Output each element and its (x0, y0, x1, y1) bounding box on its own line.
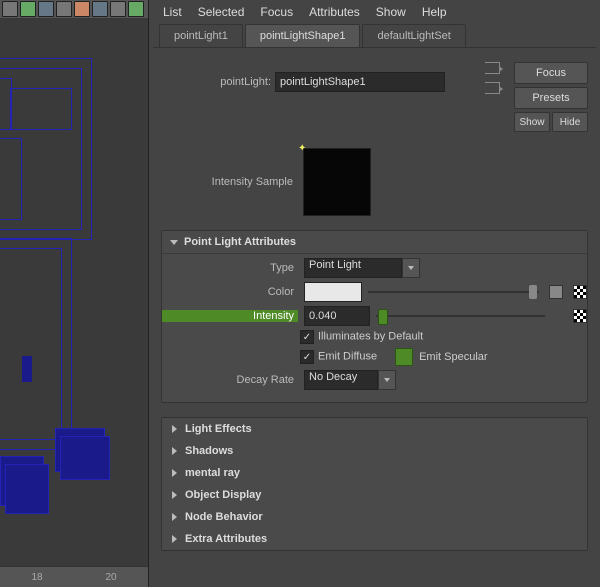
intensity-sample-label: Intensity Sample (161, 176, 297, 188)
section-title: Point Light Attributes (184, 236, 296, 248)
menu-list[interactable]: List (163, 5, 182, 19)
ruler-tick: 20 (105, 572, 116, 583)
menu-selected[interactable]: Selected (198, 5, 245, 19)
type-label: Type (162, 262, 298, 274)
tab-pointlight1[interactable]: pointLight1 (159, 24, 243, 47)
color-swatch[interactable] (304, 282, 362, 302)
tool-icon[interactable] (20, 1, 36, 17)
emit-diffuse-checkbox[interactable]: ✓Emit Diffuse (300, 350, 377, 364)
menu-show[interactable]: Show (376, 5, 406, 19)
section-extra-attributes[interactable]: Extra Attributes (162, 528, 587, 550)
show-button[interactable]: Show (514, 112, 550, 132)
decay-rate-dropdown[interactable]: No Decay (304, 370, 396, 390)
illuminates-checkbox[interactable]: ✓Illuminates by Default (300, 330, 423, 344)
hide-button[interactable]: Hide (552, 112, 588, 132)
viewport[interactable]: 18 20 (0, 0, 149, 587)
attribute-editor: List Selected Focus Attributes Show Help… (149, 0, 600, 587)
tab-pointlightshape1[interactable]: pointLightShape1 (245, 24, 361, 47)
node-name-label: pointLight: (161, 76, 275, 88)
type-value: Point Light (304, 258, 402, 278)
tool-icon[interactable] (2, 1, 18, 17)
menu-help[interactable]: Help (422, 5, 447, 19)
collapse-icon (170, 240, 178, 245)
tab-defaultlightset[interactable]: defaultLightSet (362, 24, 465, 47)
section-object-display[interactable]: Object Display (162, 484, 587, 506)
tool-icon[interactable] (128, 1, 144, 17)
presets-button[interactable]: Presets (514, 87, 588, 109)
tool-icon[interactable] (92, 1, 108, 17)
menu-focus[interactable]: Focus (260, 5, 293, 19)
menu-attributes[interactable]: Attributes (309, 5, 360, 19)
decay-rate-value: No Decay (304, 370, 378, 390)
decay-rate-label: Decay Rate (162, 374, 298, 386)
section-node-behavior[interactable]: Node Behavior (162, 506, 587, 528)
color-label: Color (162, 286, 298, 298)
menubar: List Selected Focus Attributes Show Help (153, 0, 596, 24)
tool-icon[interactable] (110, 1, 126, 17)
section-light-effects[interactable]: Light Effects (162, 418, 587, 440)
focus-button[interactable]: Focus (514, 62, 588, 84)
tool-icon[interactable] (38, 1, 54, 17)
map-icon[interactable] (549, 285, 563, 299)
checker-icon[interactable] (573, 309, 587, 323)
sparkle-icon: ✦ (298, 143, 306, 154)
intensity-label: Intensity (162, 310, 298, 322)
timeline-ruler[interactable]: 18 20 (0, 566, 148, 587)
intensity-field[interactable] (304, 306, 370, 326)
emit-specular-checkbox[interactable]: Emit Specular (395, 348, 487, 366)
point-light-attributes-section: Point Light Attributes Type Point Light … (161, 230, 588, 403)
chevron-down-icon (408, 266, 414, 270)
checker-icon[interactable] (573, 285, 587, 299)
intensity-slider[interactable] (376, 307, 545, 325)
io-in-icon[interactable] (485, 82, 500, 94)
tool-icon[interactable] (56, 1, 72, 17)
section-mental-ray[interactable]: mental ray (162, 462, 587, 484)
viewport-canvas[interactable] (0, 18, 148, 567)
tabs: pointLight1 pointLightShape1 defaultLigh… (153, 24, 596, 48)
io-out-icon[interactable] (485, 62, 500, 74)
type-dropdown[interactable]: Point Light (304, 258, 420, 278)
tool-icon[interactable] (74, 1, 90, 17)
chevron-down-icon (384, 378, 390, 382)
ruler-tick: 18 (31, 572, 42, 583)
intensity-sample-swatch[interactable]: ✦ (303, 148, 371, 216)
color-slider[interactable] (368, 283, 539, 301)
node-name-field[interactable] (275, 72, 445, 92)
viewport-toolbar (0, 0, 148, 19)
section-header[interactable]: Point Light Attributes (162, 231, 587, 254)
section-shadows[interactable]: Shadows (162, 440, 587, 462)
